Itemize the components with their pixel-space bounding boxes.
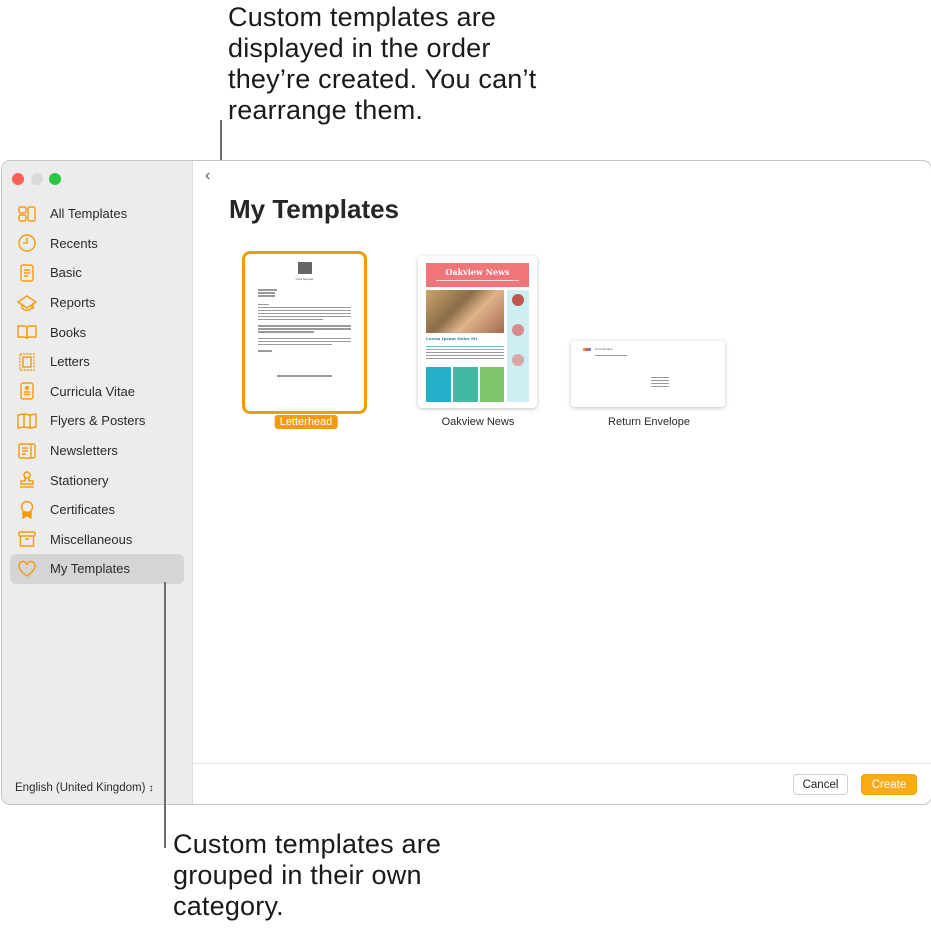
language-value: English (United Kingdom) bbox=[15, 782, 146, 794]
sidebar-item-newsletters[interactable]: Newsletters bbox=[10, 436, 184, 466]
stamp-icon bbox=[17, 352, 37, 372]
photo bbox=[426, 290, 504, 333]
sidebar-item-all-templates[interactable]: All Templates bbox=[10, 199, 184, 229]
sidebar-item-label: All Templates bbox=[50, 206, 128, 222]
document-icon bbox=[17, 263, 37, 283]
callout-custom-category: Custom templates are grouped in their ow… bbox=[173, 829, 442, 921]
footer-bar: Cancel Create bbox=[193, 763, 931, 804]
template-chooser-window: All Templates Recents Basic Reports Book… bbox=[1, 160, 931, 805]
portrait-image bbox=[297, 262, 312, 274]
side-column bbox=[507, 290, 529, 402]
map-fold-icon bbox=[17, 411, 37, 431]
back-chevron-icon[interactable]: ‹ bbox=[205, 167, 210, 185]
sidebar-item-books[interactable]: Books bbox=[10, 317, 184, 347]
sidebar-item-reports[interactable]: Reports bbox=[10, 288, 184, 318]
sidebar-item-basic[interactable]: Basic bbox=[10, 258, 184, 288]
newspaper-icon bbox=[17, 441, 37, 461]
archive-box-icon bbox=[17, 529, 37, 549]
graduation-cap-icon bbox=[17, 293, 37, 313]
page-title: My Templates bbox=[229, 194, 400, 224]
category-list: All Templates Recents Basic Reports Book… bbox=[10, 199, 184, 584]
sidebar-item-label: Reports bbox=[50, 295, 96, 311]
book-icon bbox=[17, 322, 37, 342]
cancel-button[interactable]: Cancel bbox=[793, 774, 848, 795]
sidebar-item-label: Flyers & Posters bbox=[50, 413, 146, 429]
grid-icon bbox=[17, 204, 37, 224]
sidebar-item-recents[interactable]: Recents bbox=[10, 229, 184, 259]
template-label: Letterhead bbox=[274, 415, 338, 429]
id-card-icon bbox=[17, 381, 37, 401]
sidebar-item-curricula-vitae[interactable]: Curricula Vitae bbox=[10, 377, 184, 407]
sidebar-item-stationery[interactable]: Stationery bbox=[10, 465, 184, 495]
template-gallery: ‹ My Templates Urna Semper Letterhead Oa… bbox=[193, 161, 931, 804]
template-label: Return Envelope bbox=[608, 416, 690, 428]
sidebar-item-letters[interactable]: Letters bbox=[10, 347, 184, 377]
letterhead-name: Urna Semper bbox=[295, 277, 314, 281]
clock-icon bbox=[17, 233, 37, 253]
updown-chevron-icon: ↕ bbox=[148, 783, 154, 794]
zoom-button[interactable] bbox=[49, 173, 61, 185]
sidebar-item-miscellaneous[interactable]: Miscellaneous bbox=[10, 525, 184, 555]
newsletter-thumbnail: Oakview News Lorem Ipsum Dolor Sit bbox=[418, 256, 537, 408]
envelope-thumbnail: Urna Semper bbox=[571, 341, 725, 407]
sidebar-item-label: My Templates bbox=[50, 561, 130, 577]
sidebar-item-label: Newsletters bbox=[50, 443, 118, 459]
language-popup[interactable]: English (United Kingdom) ↕ bbox=[15, 782, 154, 794]
newsletter-headline: Lorem Ipsum Dolor Sit bbox=[426, 336, 478, 341]
sidebar-item-flyers-posters[interactable]: Flyers & Posters bbox=[10, 406, 184, 436]
logo-swatch bbox=[583, 348, 591, 351]
sidebar-item-certificates[interactable]: Certificates bbox=[10, 495, 184, 525]
heart-icon bbox=[17, 559, 37, 579]
template-label: Oakview News bbox=[441, 416, 515, 428]
sidebar-item-label: Stationery bbox=[50, 472, 109, 488]
minimize-button[interactable] bbox=[31, 173, 43, 185]
sidebar-item-label: Recents bbox=[50, 235, 98, 251]
callout-custom-order: Custom templates are displayed in the or… bbox=[228, 2, 537, 125]
envelope-sender: Urna Semper bbox=[595, 347, 613, 351]
sidebar-item-label: Curricula Vitae bbox=[50, 383, 136, 399]
sidebar-item-label: Letters bbox=[50, 354, 90, 370]
letterhead-thumbnail: Urna Semper bbox=[248, 256, 361, 402]
sidebar-item-label: Basic bbox=[50, 265, 82, 281]
sidebar-item-label: Certificates bbox=[50, 502, 116, 518]
create-button[interactable]: Create bbox=[861, 774, 917, 795]
sidebar-item-label: Books bbox=[50, 324, 87, 340]
masthead: Oakview News bbox=[426, 263, 529, 287]
rosette-icon bbox=[17, 500, 37, 520]
close-button[interactable] bbox=[12, 173, 24, 185]
rubber-stamp-icon bbox=[17, 470, 37, 490]
sidebar-item-label: Miscellaneous bbox=[50, 531, 133, 547]
sidebar-item-my-templates[interactable]: My Templates bbox=[10, 554, 184, 584]
callout-leader-bottom bbox=[164, 582, 166, 848]
